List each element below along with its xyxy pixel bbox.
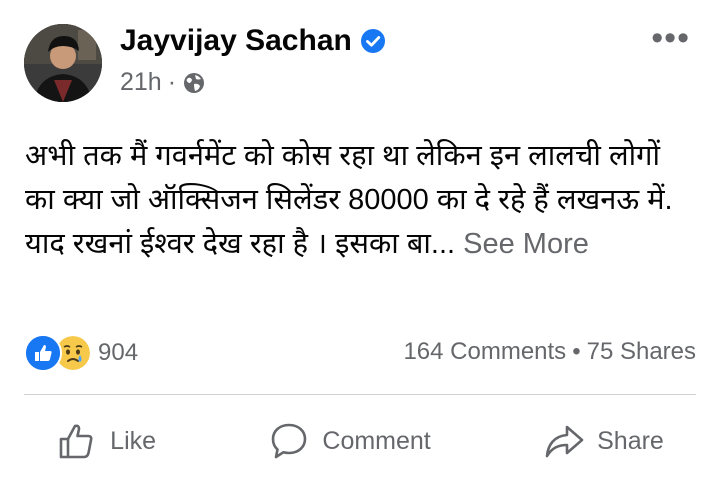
engagement-stats: 164 Comments • 75 Shares (403, 338, 696, 366)
profile-photo (24, 24, 102, 102)
post-timestamp[interactable]: 21h (120, 68, 162, 97)
verified-badge-icon (360, 29, 385, 53)
share-button[interactable]: Share (543, 420, 664, 462)
post-card: Jayvijay Sachan 21h · ••• अभी तक मैं गवर… (0, 0, 720, 486)
more-options-icon[interactable]: ••• (651, 21, 690, 55)
author-name[interactable]: Jayvijay Sachan (120, 24, 352, 58)
stats-separator: • (572, 338, 581, 365)
share-icon (545, 425, 584, 458)
reaction-count: 904 (98, 339, 139, 366)
like-label: Like (110, 426, 157, 455)
globe-icon (184, 72, 205, 93)
comment-icon (272, 423, 307, 459)
see-more-link[interactable]: See More (463, 228, 589, 260)
action-bar: Like Comment Share (0, 414, 720, 468)
post-text: अभी तक मैं गवर्नमेंट को कोस रहा था लेकिन… (25, 134, 685, 266)
comment-button[interactable]: Comment (268, 420, 431, 462)
reaction-summary[interactable]: 904 (24, 334, 138, 372)
avatar[interactable] (24, 24, 102, 102)
meta-separator: · (167, 68, 177, 96)
like-button[interactable]: Like (56, 420, 156, 462)
author-name-row: Jayvijay Sachan (120, 24, 386, 58)
post-meta: 21h · (120, 68, 206, 97)
shares-count[interactable]: 75 Shares (587, 338, 696, 366)
comment-label: Comment (322, 426, 431, 455)
thumbs-up-icon (59, 424, 93, 459)
share-label: Share (597, 426, 664, 455)
comments-count[interactable]: 164 Comments (403, 338, 566, 366)
divider (24, 394, 696, 395)
like-icon (24, 334, 62, 372)
